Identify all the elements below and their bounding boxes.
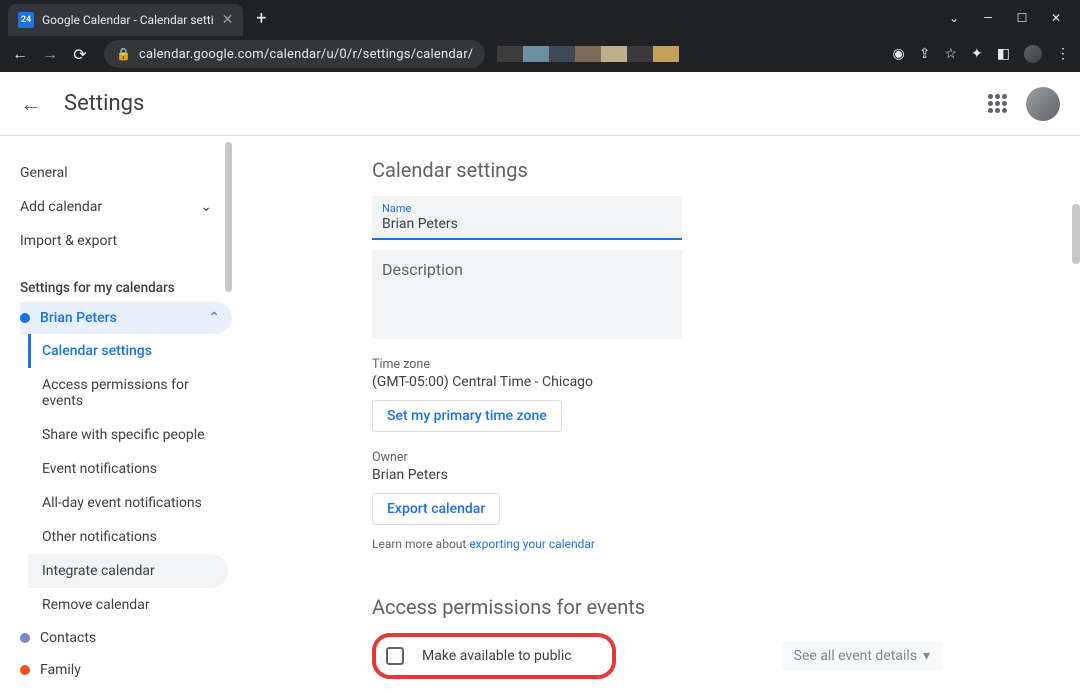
public-checkbox-label: Make available to public	[422, 648, 572, 664]
settings-sidebar: General Add calendar ⌄ Import & export S…	[0, 136, 232, 694]
subnav-integrate-calendar[interactable]: Integrate calendar	[28, 554, 228, 588]
back-icon[interactable]: ←	[10, 44, 30, 64]
address-bar: ← → ⟳ 🔒 calendar.google.com/calendar/u/0…	[0, 36, 1080, 72]
close-tab-icon[interactable]: ✕	[222, 12, 234, 28]
share-icon[interactable]: ⇪	[919, 46, 931, 62]
calendar-name: Contacts	[40, 630, 96, 646]
minimize-icon[interactable]: —	[980, 11, 996, 25]
event-details-select[interactable]: See all event details ▾	[782, 641, 942, 671]
google-apps-icon[interactable]	[988, 94, 1008, 114]
learn-more: Learn more about exporting your calendar	[372, 537, 1040, 551]
exporting-calendar-link[interactable]: exporting your calendar	[469, 537, 595, 551]
url-text: calendar.google.com/calendar/u/0/r/setti…	[139, 47, 473, 62]
add-calendar-label: Add calendar	[20, 199, 102, 215]
section-title-access-permissions: Access permissions for events	[372, 595, 1040, 619]
event-details-label: See all event details	[794, 648, 917, 664]
reload-icon[interactable]: ⟳	[70, 45, 90, 64]
calendar-color-dot	[20, 633, 30, 643]
tab-title: Google Calendar - Calendar setti	[42, 13, 214, 27]
subnav-allday-notifications[interactable]: All-day event notifications	[28, 486, 228, 520]
timezone-value: (GMT-05:00) Central Time - Chicago	[372, 374, 1040, 390]
calendar-name: Brian Peters	[40, 310, 117, 326]
learn-more-prefix: Learn more about	[372, 537, 469, 551]
page-title: Settings	[64, 91, 144, 116]
set-primary-timezone-button[interactable]: Set my primary time zone	[372, 400, 562, 432]
sidebar-calendar-family[interactable]: Family	[20, 654, 232, 686]
account-avatar[interactable]	[1026, 87, 1060, 121]
sidebar-section-header: Settings for my calendars	[20, 280, 232, 296]
kebab-menu-icon[interactable]: ⋮	[1056, 46, 1070, 62]
subnav-other-notifications[interactable]: Other notifications	[28, 520, 228, 554]
chevron-down-icon: ⌄	[200, 199, 212, 215]
profile-avatar-icon[interactable]	[1024, 45, 1042, 63]
calendar-favicon: 24	[18, 12, 34, 28]
owner-label: Owner	[372, 450, 1040, 465]
name-field[interactable]: Name Brian Peters	[372, 196, 682, 240]
sidebar-item-import-export[interactable]: Import & export	[20, 224, 232, 258]
sidebar-item-add-calendar[interactable]: Add calendar ⌄	[20, 190, 232, 224]
calendar-color-dot	[20, 665, 30, 675]
subnav-share[interactable]: Share with specific people	[28, 418, 228, 452]
main-panel: Calendar settings Name Brian Peters Desc…	[232, 136, 1080, 694]
dropdown-arrow-icon: ▾	[923, 648, 930, 664]
name-value: Brian Peters	[382, 215, 672, 234]
maximize-icon[interactable]: ☐	[1014, 11, 1030, 25]
description-label: Description	[382, 260, 463, 279]
sidebar-calendar-contacts[interactable]: Contacts	[20, 622, 232, 654]
public-checkbox[interactable]	[386, 647, 404, 665]
new-tab-button[interactable]: +	[249, 8, 273, 29]
back-arrow-icon[interactable]: ←	[20, 91, 42, 117]
chevron-up-icon: ⌃	[208, 310, 220, 326]
timezone-label: Time zone	[372, 357, 1040, 372]
lock-icon: 🔒	[116, 47, 131, 61]
extensions-icon[interactable]: ✦	[971, 46, 983, 62]
section-title-calendar-settings: Calendar settings	[372, 158, 1040, 182]
eye-icon[interactable]: ◉	[893, 46, 905, 62]
subnav-calendar-settings[interactable]: Calendar settings	[28, 334, 228, 368]
name-label: Name	[382, 202, 672, 215]
description-field[interactable]: Description	[372, 250, 682, 339]
url-bar[interactable]: 🔒 calendar.google.com/calendar/u/0/r/set…	[104, 40, 485, 68]
star-icon[interactable]: ☆	[944, 46, 957, 62]
app-header: ← Settings	[0, 72, 1080, 136]
close-window-icon[interactable]: ✕	[1048, 11, 1064, 25]
subnav-event-notifications[interactable]: Event notifications	[28, 452, 228, 486]
subnav-access-permissions[interactable]: Access permissions for events	[28, 368, 228, 418]
side-panel-icon[interactable]: ◧	[997, 46, 1010, 62]
calendar-name: Family	[40, 662, 81, 678]
browser-tabbar: 24 Google Calendar - Calendar setti ✕ + …	[0, 0, 1080, 36]
sidebar-item-general[interactable]: General	[20, 156, 232, 190]
owner-value: Brian Peters	[372, 467, 1040, 483]
forward-icon[interactable]: →	[40, 44, 60, 64]
chevron-down-icon[interactable]: ⌄	[946, 11, 962, 25]
export-calendar-button[interactable]: Export calendar	[372, 493, 500, 525]
subnav-remove-calendar[interactable]: Remove calendar	[28, 588, 228, 622]
url-redaction	[497, 46, 679, 62]
sidebar-scrollbar[interactable]	[225, 142, 232, 292]
calendar-color-dot	[20, 313, 30, 323]
highlight-annotation: Make available to public	[372, 633, 616, 679]
browser-tab[interactable]: 24 Google Calendar - Calendar setti ✕	[8, 4, 243, 36]
sidebar-calendar-brian-peters[interactable]: Brian Peters ⌃	[20, 302, 232, 334]
